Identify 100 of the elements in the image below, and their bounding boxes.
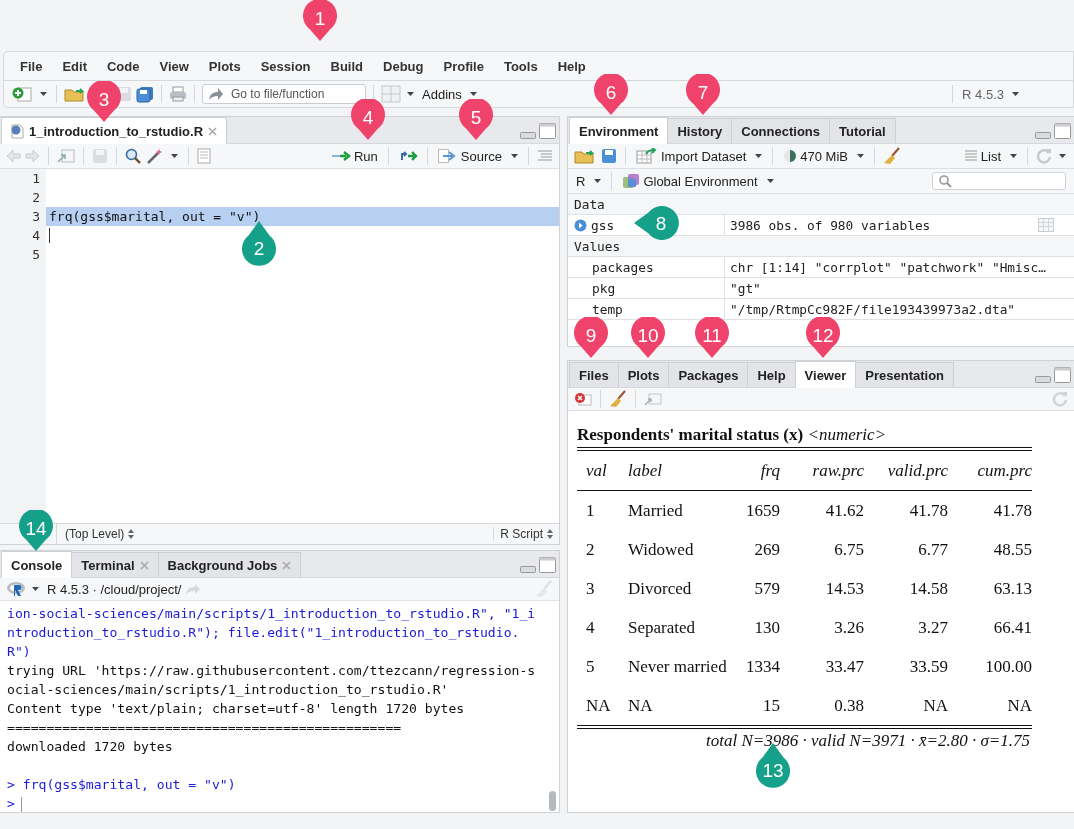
folder-icon[interactable] [574,148,596,164]
scope-selector[interactable]: (Top Level) [61,527,125,541]
maximize-icon[interactable] [1054,123,1071,139]
menu-item[interactable]: Help [547,58,596,74]
minimize-icon[interactable] [1035,131,1051,139]
save-icon[interactable] [601,148,617,164]
close-icon[interactable] [208,126,218,136]
folder-icon[interactable] [64,86,86,102]
broom-icon[interactable] [882,147,901,165]
menu-item[interactable]: Tools [493,58,548,74]
environment-tab[interactable]: History [667,118,733,143]
table-cell-text: 15 [762,695,780,716]
menu-item[interactable]: Debug [373,58,434,74]
variable-value: 3986 obs. of 980 variables [730,217,931,233]
view-mode-button[interactable]: List [961,146,1003,166]
save-all-icon[interactable] [136,85,154,103]
console-tab[interactable]: Terminal [71,552,159,577]
minimize-icon[interactable] [520,131,536,139]
variable-name: pkg [591,280,616,296]
output-tab[interactable]: Packages [668,362,749,387]
source-button[interactable]: Source [435,146,504,166]
caret-icon[interactable] [511,154,518,158]
menu-item[interactable]: View [149,58,199,74]
environment-tab[interactable]: Tutorial [829,118,896,143]
caret-icon[interactable] [171,154,178,158]
magic-wand-icon[interactable] [146,148,164,164]
menu-item[interactable]: File [10,58,53,74]
environment-tab[interactable]: Environment [569,117,669,144]
caret-icon[interactable] [407,92,414,96]
go-to-file-field[interactable]: Go to file/function [202,84,366,104]
caret-icon[interactable] [32,587,39,591]
table-arrow-icon [636,148,658,164]
output-tab[interactable]: Help [747,362,796,387]
minimize-icon[interactable] [520,565,536,573]
table-title: Respondents' marital status (x) <numeric> [577,425,1032,451]
console-line: ntroduction_to_rstudio.R"); file.edit("1_introduction_to_rstudio. [7,624,521,642]
r-logo-icon[interactable] [6,581,26,597]
language-selector[interactable]: R [574,171,588,191]
column-header: val [586,460,608,481]
close-icon[interactable] [139,560,149,570]
maximize-icon[interactable] [539,123,556,139]
maximize-icon[interactable] [1054,367,1071,383]
console-tab[interactable]: Console [1,551,73,578]
search-icon[interactable] [125,148,141,164]
clear-icon[interactable] [574,392,592,406]
menu-item[interactable]: Code [96,58,150,74]
refresh-icon[interactable] [1036,148,1052,164]
caret-icon[interactable] [469,92,477,96]
callout-marker: 7 [685,74,721,116]
notebook-icon[interactable] [197,148,211,164]
output-tab[interactable]: Presentation [855,362,955,387]
menu-item[interactable]: Session [250,58,321,74]
caret-icon[interactable] [856,154,864,158]
output-tab[interactable]: Files [569,362,619,387]
table-cell-text: 269 [753,539,780,560]
caret-icon[interactable] [1010,154,1017,158]
caret-icon[interactable] [40,92,47,96]
search-icon [939,174,952,188]
caret-icon[interactable] [755,154,763,158]
text-cursor [49,228,50,243]
console-line: ================================================== [7,719,403,737]
print-icon[interactable] [169,86,187,102]
menu-item[interactable]: Profile [433,58,494,74]
menu-item[interactable]: Plots [198,58,251,74]
output-tab[interactable]: Plots [617,362,670,387]
table-cell-text: Widowed [628,539,695,560]
import-dataset-button[interactable]: Import Dataset [634,146,749,166]
table-cell-text: Separated [628,617,697,638]
table-cell-text: 3.27 [917,617,948,638]
caret-icon[interactable] [766,179,774,183]
environment-selector[interactable]: Global Environment [620,171,760,191]
new-file-icon[interactable] [12,86,34,102]
menu-item[interactable]: Edit [52,58,97,74]
maximize-icon[interactable] [539,557,556,573]
column-header: raw.prc [811,460,864,481]
popout-icon[interactable] [644,392,662,406]
environment-tab[interactable]: Connections [731,118,830,143]
updown-icon[interactable] [128,529,135,539]
scrollbar-thumb[interactable] [549,791,556,811]
caret-icon[interactable] [594,179,602,183]
outline-icon[interactable] [537,150,553,162]
broom-icon[interactable] [609,390,627,408]
expand-icon[interactable] [574,218,587,232]
output-tab[interactable]: Viewer [794,361,857,388]
column-header: frq [759,460,780,481]
caret-icon[interactable] [1059,154,1066,158]
file-type-selector[interactable]: R Script [493,527,543,541]
r-version-button[interactable]: R 4.5.3 [960,84,1006,104]
minimize-icon[interactable] [1035,375,1051,383]
callout-marker: 12 [805,317,841,359]
menu-item[interactable]: Build [320,58,373,74]
search-field[interactable] [932,172,1066,190]
popout-icon[interactable] [57,148,75,164]
run-button[interactable]: Run [328,146,380,166]
memory-usage-button[interactable]: 470 MiB [781,146,850,166]
close-icon[interactable] [282,560,292,570]
console-tab[interactable]: Background Jobs [157,552,302,577]
caret-icon[interactable] [1012,92,1019,96]
updown-icon[interactable] [547,529,553,539]
file-tab[interactable]: 1_introduction_to_rstudio.R [1,117,228,144]
